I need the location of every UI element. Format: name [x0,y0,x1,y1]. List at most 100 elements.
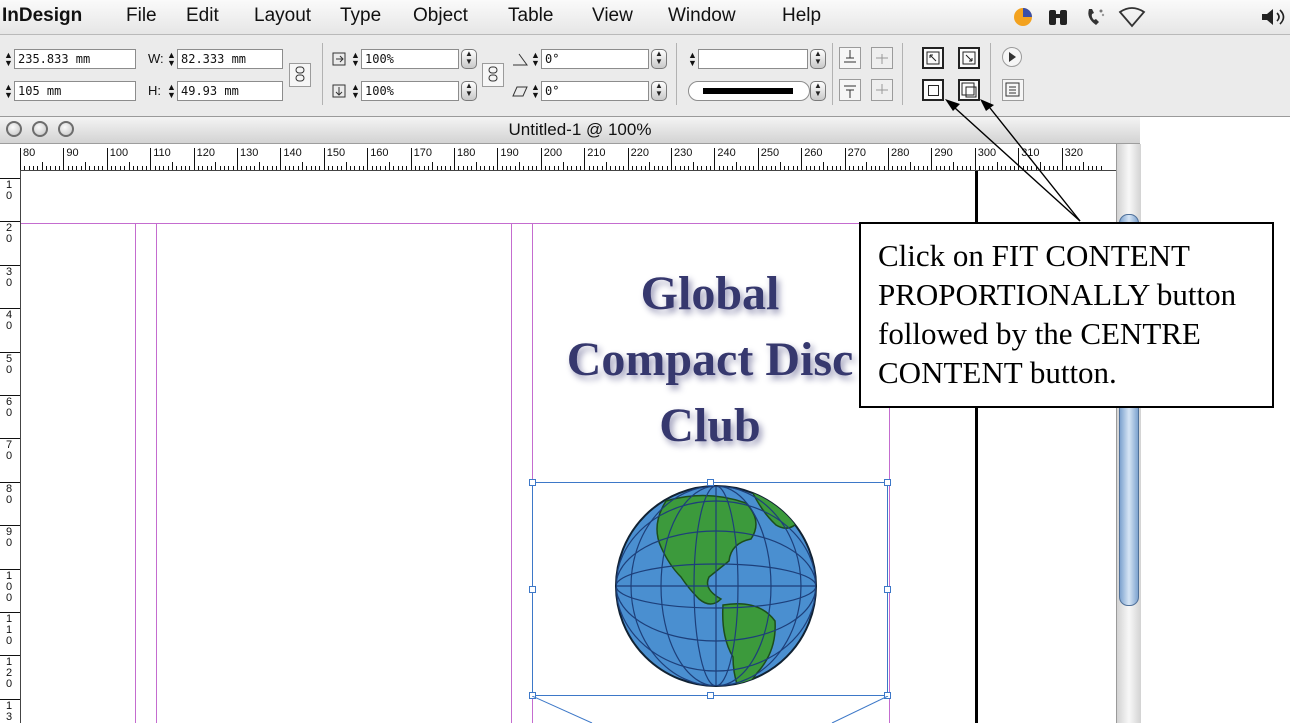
ruler-minor-tick [588,166,590,170]
constrain-scale-button[interactable] [482,63,504,87]
vertical-ruler[interactable]: 10 20 30 40 50 60 70 80 90 100 110 120 130 [0,170,21,723]
ruler-minor-tick [1083,162,1085,170]
fit-content-to-frame-button[interactable] [922,47,944,69]
stroke-weight-dropdown[interactable]: ▲ ▼ [810,49,826,69]
menu-help[interactable]: Help [782,5,821,27]
shear-stepper-icon[interactable]: ▲ ▼ [531,83,540,100]
binoculars-icon[interactable] [1047,6,1069,28]
ruler-minor-tick [384,166,386,170]
y-field[interactable]: 105 mm [14,81,136,101]
select-next-button[interactable] [871,79,893,101]
frame-handle[interactable] [884,586,891,593]
ruler-minor-tick [519,162,521,170]
menu-edit[interactable]: Edit [186,5,219,27]
ruler-tick [367,148,369,170]
page-heading[interactable]: Global Compact Disc Club [520,261,900,459]
select-content-button[interactable] [839,79,861,101]
menu-layout[interactable]: Layout [254,5,311,27]
shear-field[interactable]: 0° [541,81,649,101]
rotate-dropdown[interactable]: ▲ ▼ [651,49,667,69]
ruler-minor-tick [1100,166,1102,170]
menu-view[interactable]: View [592,5,633,27]
menu-object[interactable]: Object [413,5,468,27]
menu-table[interactable]: Table [508,5,553,27]
globe-image [615,485,817,687]
x-stepper-icon[interactable]: ▲ ▼ [4,51,13,68]
play-button[interactable] [1002,47,1022,67]
instruction-callout: Click on FIT CONTENT PROPORTIONALLY butt… [859,222,1274,408]
app-menu[interactable]: InDesign [2,5,82,27]
stroke-type-dropdown[interactable]: ▲ ▼ [810,81,826,101]
scale-y-stepper-icon[interactable]: ▲ ▼ [351,83,360,100]
ruler-minor-tick [171,162,173,170]
ruler-tick [627,148,629,170]
select-previous-button[interactable] [871,47,893,69]
y-stepper-icon[interactable]: ▲ ▼ [4,83,13,100]
w-field[interactable]: 82.333 mm [177,49,283,69]
ruler-minor-tick [445,166,447,170]
scale-x-dropdown[interactable]: ▲ ▼ [461,49,477,69]
ruler-minor-tick [914,166,916,170]
shear-dropdown[interactable]: ▲ ▼ [651,81,667,101]
ruler-minor-tick [33,166,35,170]
menu-type[interactable]: Type [340,5,381,27]
w-stepper-icon[interactable]: ▲ ▼ [167,51,176,68]
frame-handle[interactable] [707,479,714,486]
ruler-minor-tick [315,166,317,170]
scale-y-field[interactable]: 100% [361,81,459,101]
ruler-minor-tick [731,166,733,170]
ruler-minor-tick [605,162,607,170]
frame-handle[interactable] [884,479,891,486]
ruler-minor-tick [124,166,126,170]
ruler-label: 240 [717,147,736,159]
constrain-proportions-button[interactable] [289,63,311,87]
wifi-icon[interactable] [1118,6,1146,28]
palette-menu-button[interactable] [1002,79,1024,101]
rotate-field[interactable]: 0° [541,49,649,69]
status-ball-icon[interactable] [1012,6,1034,28]
rotate-stepper-icon[interactable]: ▲ ▼ [531,51,540,68]
graphic-frame[interactable] [529,479,891,699]
h-stepper-icon[interactable]: ▲ ▼ [167,83,176,100]
ruler-minor-tick [154,166,156,170]
close-window-button[interactable] [6,121,22,137]
menu-file[interactable]: File [126,5,157,27]
ruler-minor-tick [966,166,968,170]
ruler-tick [888,148,889,170]
fit-content-proportionally-button[interactable] [958,79,980,101]
frame-handle[interactable] [529,586,536,593]
stroke-weight-stepper-icon[interactable]: ▲ ▼ [688,51,697,68]
horizontal-ruler[interactable]: 80 90 100 110 120 130 140 150 160 170 180 190 200 210… [0,144,1116,171]
select-container-button[interactable] [839,47,861,69]
ruler-minor-tick [857,166,859,170]
ruler-tick [801,148,803,170]
stroke-type-field[interactable] [688,81,810,101]
ruler-minor-tick [631,166,633,170]
x-field[interactable]: 235.833 mm [14,49,136,69]
menu-window[interactable]: Window [668,5,736,27]
phone-icon[interactable] [1084,6,1106,28]
document-title-bar[interactable]: Untitled-1 @ 100% [0,117,1140,144]
ruler-minor-tick [705,166,707,170]
ruler-minor-tick [536,166,538,170]
ruler-minor-tick [601,166,603,170]
zoom-window-button[interactable] [58,121,74,137]
fit-frame-to-content-button[interactable] [958,47,980,69]
frame-handle[interactable] [529,479,536,486]
scale-x-field[interactable]: 100% [361,49,459,69]
ruler-minor-tick [996,162,998,170]
ruler-minor-tick [853,166,855,170]
center-content-button[interactable] [922,79,944,101]
scale-x-stepper-icon[interactable]: ▲ ▼ [351,51,360,68]
ruler-minor-tick [319,166,321,170]
stroke-weight-field[interactable] [698,49,808,69]
ruler-minor-tick [558,166,560,170]
scale-y-dropdown[interactable]: ▲ ▼ [461,81,477,101]
ruler-minor-tick [679,166,681,170]
h-field[interactable]: 49.93 mm [177,81,283,101]
minimize-window-button[interactable] [32,121,48,137]
ruler-minor-tick [553,166,555,170]
ruler-label: 140 [283,147,302,159]
volume-icon[interactable] [1260,6,1290,28]
ruler-minor-tick [657,166,659,170]
